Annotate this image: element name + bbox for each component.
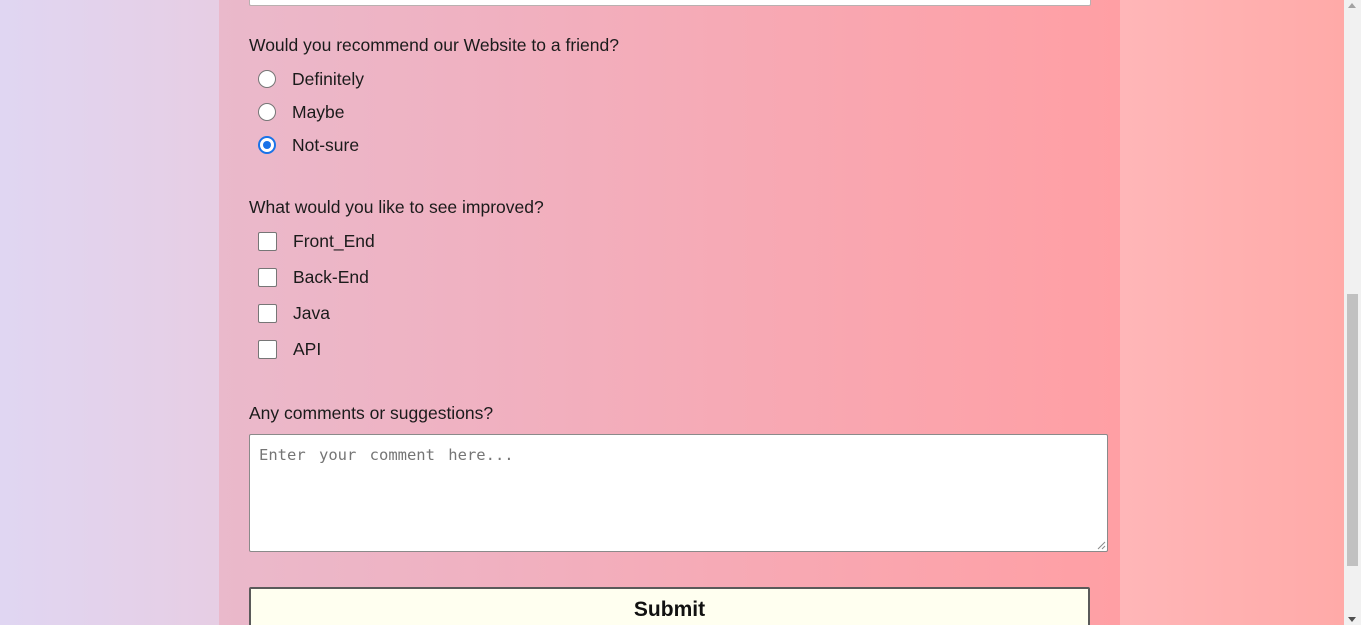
comments-question-label: Any comments or suggestions? (249, 403, 494, 423)
option-label: Back-End (293, 266, 369, 287)
improvements-question-label: What would you like to see improved? (249, 197, 544, 217)
option-label: Not-sure (292, 134, 360, 155)
submit-button[interactable]: Submit (249, 587, 1090, 625)
previous-field-bottom-edge[interactable] (249, 0, 1091, 6)
recommend-option-maybe[interactable]: Maybe (258, 100, 345, 124)
improve-option-front-end[interactable]: Front_End (258, 229, 375, 253)
recommend-question-label: Would you recommend our Website to a fri… (249, 35, 619, 55)
option-label: Java (293, 302, 330, 323)
recommend-option-not-sure[interactable]: Not-sure (258, 133, 359, 157)
radio-button[interactable] (258, 103, 276, 121)
checkbox[interactable] (258, 339, 277, 359)
radio-button[interactable] (258, 70, 276, 88)
option-label: Definitely (292, 68, 364, 89)
recommend-option-definitely[interactable]: Definitely (258, 67, 364, 91)
improve-option-java[interactable]: Java (258, 301, 330, 325)
resize-grip-icon[interactable] (1097, 541, 1106, 550)
improve-option-back-end[interactable]: Back-End (258, 265, 369, 289)
comment-placeholder: Enter your comment here... (259, 446, 514, 464)
scroll-down-arrow-icon[interactable] (1348, 617, 1356, 622)
scroll-up-arrow-icon[interactable] (1348, 3, 1356, 8)
radio-button-selected[interactable] (258, 136, 276, 154)
scrollbar-thumb[interactable] (1347, 294, 1358, 566)
checkbox[interactable] (258, 231, 277, 251)
submit-label: Submit (633, 598, 706, 621)
improve-option-api[interactable]: API (258, 337, 321, 361)
checkbox[interactable] (258, 303, 277, 323)
vertical-scrollbar[interactable] (1344, 0, 1361, 625)
option-label: Front_End (293, 230, 375, 251)
comment-textarea[interactable]: Enter your comment here... (249, 434, 1108, 552)
option-label: API (293, 338, 322, 359)
option-label: Maybe (292, 101, 345, 122)
page-background-right (1120, 0, 1344, 625)
checkbox[interactable] (258, 267, 277, 287)
